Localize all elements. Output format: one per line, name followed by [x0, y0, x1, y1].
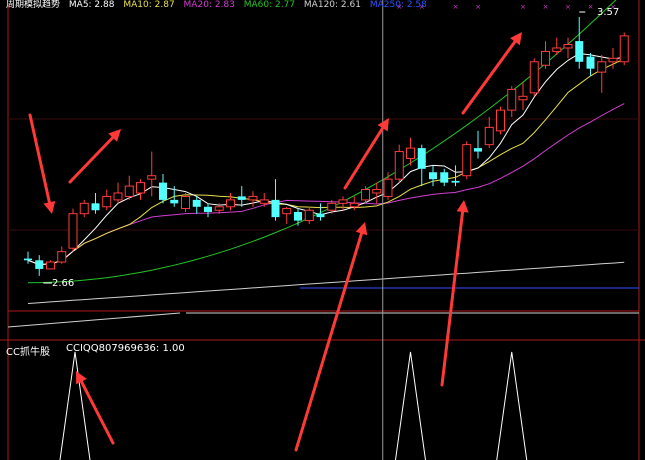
- ma120-value: MA120: 2.61: [303, 0, 361, 10]
- candle-body-down[interactable]: [170, 199, 179, 204]
- candle-body-up[interactable]: [226, 199, 235, 208]
- candle-body-down[interactable]: [204, 206, 212, 212]
- candle-body-up[interactable]: [619, 35, 629, 63]
- candle-body-up[interactable]: [484, 126, 494, 146]
- candle-body-up[interactable]: [518, 95, 528, 101]
- candle-body-up[interactable]: [563, 44, 573, 49]
- top-marker: ×: [588, 3, 594, 11]
- candle-body-up[interactable]: [102, 195, 112, 208]
- ma60-value: MA60: 2.77: [243, 0, 296, 10]
- top-marker: ×: [565, 3, 571, 11]
- candle-body-up[interactable]: [338, 199, 348, 204]
- candle-body-up[interactable]: [496, 109, 505, 132]
- indicator-title: 周期模拟趋势: [6, 0, 61, 10]
- candle-body-down[interactable]: [91, 203, 100, 211]
- candle-body-down[interactable]: [24, 258, 32, 261]
- candle-body-up[interactable]: [406, 147, 415, 159]
- candle-body-up[interactable]: [462, 144, 472, 177]
- candle-body-up[interactable]: [608, 57, 618, 63]
- ma250-value: MA250: 2.58: [369, 0, 427, 10]
- candle-body-up[interactable]: [597, 61, 607, 73]
- candle-body-up[interactable]: [349, 202, 359, 208]
- candle-body-up[interactable]: [124, 185, 134, 197]
- chart-window[interactable]: × × × × × × × × × 周期模拟趋势 MA5: 2.88 MA10: 2.87 MA…: [0, 0, 645, 460]
- candle-body-up[interactable]: [46, 261, 55, 270]
- top-marker: ×: [520, 3, 526, 11]
- ma10-value: MA10: 2.87: [123, 0, 175, 10]
- candle-body-up[interactable]: [113, 192, 123, 201]
- candle-body-up[interactable]: [394, 151, 404, 180]
- candle-body-down[interactable]: [159, 182, 167, 200]
- top-marker: ×: [543, 3, 549, 11]
- candle-body-down[interactable]: [294, 211, 302, 221]
- candle-body-down[interactable]: [440, 172, 449, 183]
- sub-panel-title: CC抓牛股: [6, 347, 50, 358]
- top-marker: ×: [475, 3, 481, 11]
- ma-indicator-header: 周期模拟趋势 MA5: 2.88 MA10: 2.87 MA20: 2.83 M…: [6, 0, 433, 10]
- candle-body-down[interactable]: [271, 199, 280, 218]
- candle-body-down[interactable]: [451, 180, 460, 183]
- top-marker: ×: [453, 3, 459, 11]
- candle-body-down[interactable]: [429, 172, 437, 180]
- candle-body-up[interactable]: [136, 182, 145, 194]
- candle-body-down[interactable]: [575, 41, 584, 62]
- candle-body-up[interactable]: [79, 202, 89, 215]
- candle-body-up[interactable]: [147, 175, 157, 180]
- candle-body-down[interactable]: [316, 213, 325, 218]
- candle-body-up[interactable]: [507, 88, 517, 111]
- candle-body-up[interactable]: [529, 61, 539, 94]
- candle-body-down[interactable]: [474, 148, 482, 152]
- sub-panel-indicator-value: CCIQQ807969636: 1.00: [66, 343, 185, 354]
- low-price-label: 2.66: [52, 278, 75, 289]
- ma5-value: MA5: 2.88: [68, 0, 115, 10]
- candle-body-up[interactable]: [361, 189, 370, 201]
- candle-body-down[interactable]: [192, 199, 201, 207]
- candle-body-down[interactable]: [35, 260, 44, 269]
- candle-body-up[interactable]: [214, 206, 224, 211]
- candle-body-up[interactable]: [282, 208, 292, 215]
- candle-body-up[interactable]: [383, 178, 393, 197]
- candle-body-up[interactable]: [57, 251, 67, 263]
- candle-body-up[interactable]: [181, 195, 190, 210]
- ma20-value: MA20: 2.83: [183, 0, 235, 10]
- candle-body-up[interactable]: [372, 189, 382, 194]
- candle-body-up[interactable]: [259, 199, 269, 204]
- candle-body-up[interactable]: [68, 213, 78, 249]
- high-price-label: 3.57: [597, 7, 620, 18]
- candle-body-down[interactable]: [237, 196, 246, 200]
- candle-body-down[interactable]: [586, 56, 595, 69]
- candle-body-up[interactable]: [304, 209, 314, 222]
- candle-body-up[interactable]: [552, 47, 562, 52]
- candle-body-down[interactable]: [417, 148, 426, 169]
- candle-body-up[interactable]: [327, 202, 337, 211]
- candle-body-up[interactable]: [541, 50, 550, 66]
- kline-chart[interactable]: × × × × × × × × ×: [0, 0, 645, 460]
- candle-body-up[interactable]: [248, 195, 258, 201]
